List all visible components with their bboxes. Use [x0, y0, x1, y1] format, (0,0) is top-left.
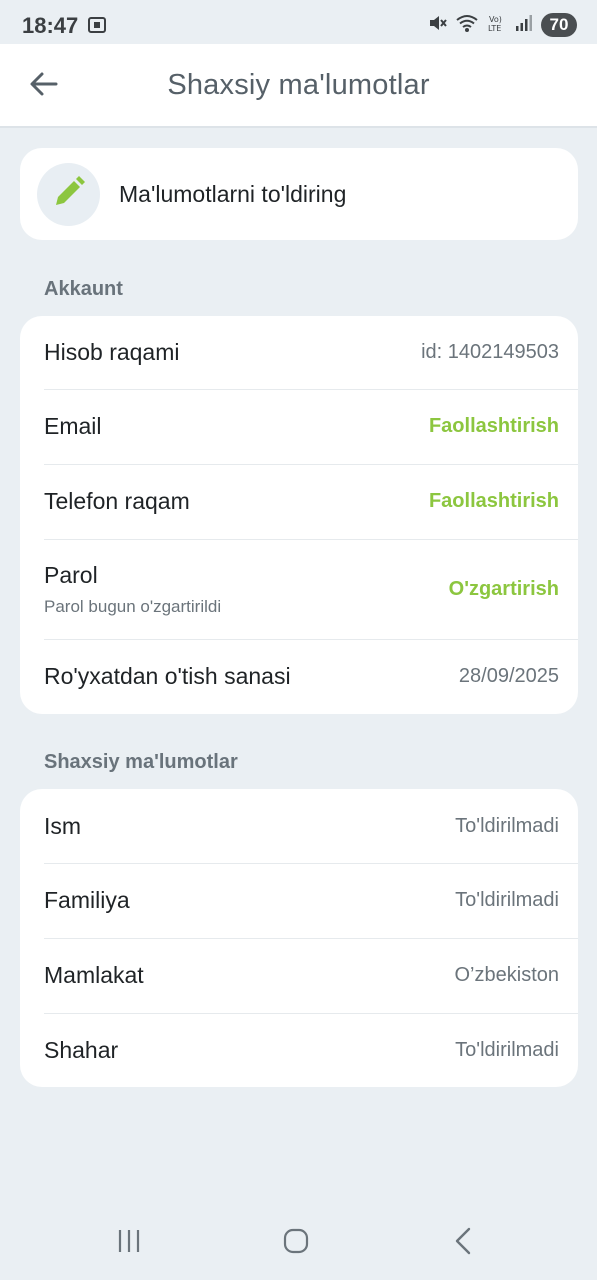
- back-icon: [452, 1227, 476, 1260]
- registration-date-value: 28/09/2025: [458, 665, 559, 687]
- row-password[interactable]: Parol Parol bugun o'zgartirildi O'zgarti…: [20, 539, 578, 639]
- personal-card: Ism To'ldirilmadi Familiya To'ldirilmadi…: [20, 789, 578, 1087]
- home-button[interactable]: [276, 1225, 316, 1261]
- row-label: Mamlakat: [44, 962, 144, 988]
- row-first-name[interactable]: Ism To'ldirilmadi: [20, 789, 578, 863]
- pencil-icon: [52, 175, 86, 214]
- row-label: Hisob raqami: [44, 339, 180, 365]
- mute-icon: [427, 13, 447, 38]
- section-title-personal: Shaxsiy ma'lumotlar: [44, 751, 238, 773]
- section-title-account: Akkaunt: [44, 278, 123, 300]
- city-value: To'ldirilmadi: [455, 1038, 559, 1061]
- password-changed-note: Parol bugun o'zgartirildi: [44, 596, 222, 616]
- recents-icon: [116, 1228, 142, 1259]
- wifi-icon: [455, 13, 479, 38]
- phone-activate-link[interactable]: Faollashtirish: [429, 490, 559, 513]
- screenshot-icon: [87, 15, 107, 35]
- country-value: O’zbekiston: [454, 964, 560, 986]
- row-label: Ro'yxatdan o'tish sanasi: [44, 663, 291, 689]
- row-country[interactable]: Mamlakat O’zbekiston: [20, 938, 578, 1013]
- row-email[interactable]: Email Faollashtirish: [20, 389, 578, 464]
- status-time: 18:47: [22, 13, 79, 38]
- row-label: Familiya: [44, 887, 130, 913]
- status-bar: 18:47 Vo) LTE 70: [0, 0, 597, 44]
- svg-text:Vo): Vo): [489, 15, 502, 24]
- pencil-icon-circle: [37, 162, 100, 226]
- recents-button[interactable]: [109, 1225, 149, 1261]
- email-activate-link[interactable]: Faollashtirish: [429, 415, 559, 438]
- password-text-group: Parol Parol bugun o'zgartirildi: [44, 562, 221, 617]
- row-last-name[interactable]: Familiya To'ldirilmadi: [20, 863, 578, 938]
- row-account-number: Hisob raqami id: 1402149503: [20, 316, 578, 389]
- row-label: Ism: [44, 812, 82, 839]
- fill-data-label: Ma'lumotlarni to'ldiring: [119, 180, 347, 207]
- system-back-button[interactable]: [444, 1225, 484, 1261]
- status-icons: Vo) LTE 70: [427, 12, 577, 38]
- last-name-value: To'ldirilmadi: [455, 889, 559, 911]
- row-city[interactable]: Shahar To'ldirilmadi: [20, 1013, 578, 1087]
- change-password-link[interactable]: O'zgartirish: [449, 578, 559, 601]
- signal-icon: [515, 14, 533, 37]
- page-title: Shaxsiy ma'lumotlar: [167, 69, 430, 101]
- system-nav-bar: [0, 1205, 597, 1280]
- row-label: Shahar: [44, 1036, 119, 1063]
- first-name-value: To'ldirilmadi: [455, 814, 559, 837]
- row-label: Parol: [44, 561, 98, 588]
- row-registration-date: Ro'yxatdan o'tish sanasi 28/09/2025: [20, 639, 578, 714]
- home-icon: [282, 1227, 310, 1260]
- app-header: Shaxsiy ma'lumotlar: [0, 44, 597, 128]
- battery-indicator: 70: [541, 13, 577, 37]
- row-label: Telefon raqam: [44, 488, 190, 514]
- row-phone[interactable]: Telefon raqam Faollashtirish: [20, 464, 578, 539]
- row-label: Email: [44, 413, 102, 439]
- svg-text:LTE: LTE: [488, 24, 501, 33]
- account-id-value: id: 1402149503: [421, 341, 559, 363]
- fill-data-card[interactable]: Ma'lumotlarni to'ldiring: [20, 148, 578, 240]
- account-card: Hisob raqami id: 1402149503 Email Faolla…: [20, 316, 578, 714]
- volte-icon: Vo) LTE: [487, 13, 507, 38]
